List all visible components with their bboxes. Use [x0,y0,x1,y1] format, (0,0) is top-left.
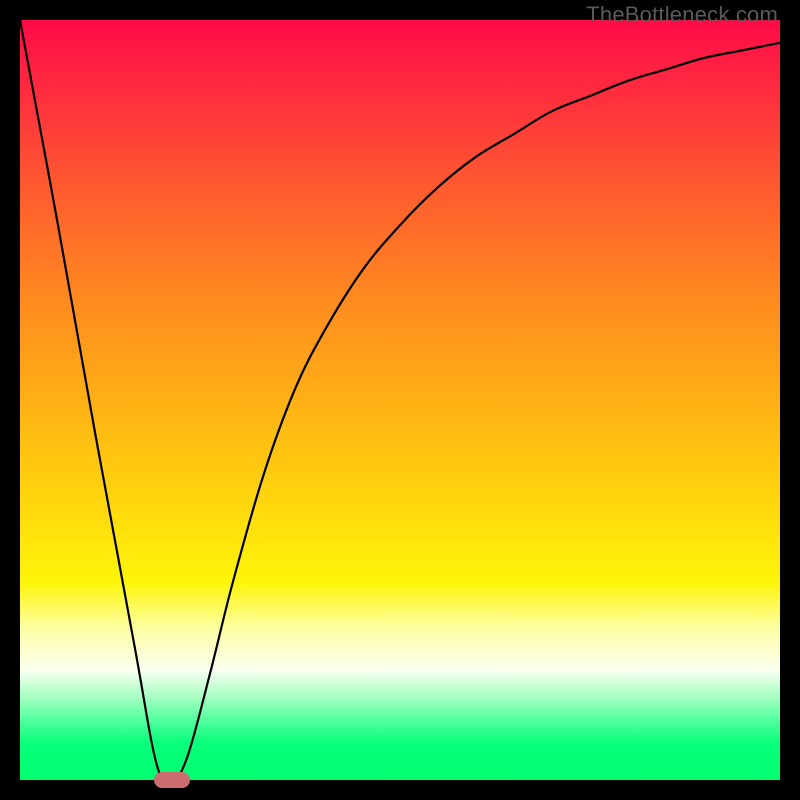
bottleneck-curve [20,20,780,782]
curve-svg [20,20,780,780]
plot-area [20,20,780,780]
optimal-marker [154,772,190,788]
watermark-text: TheBottleneck.com [586,2,778,28]
chart-container: TheBottleneck.com [0,0,800,800]
